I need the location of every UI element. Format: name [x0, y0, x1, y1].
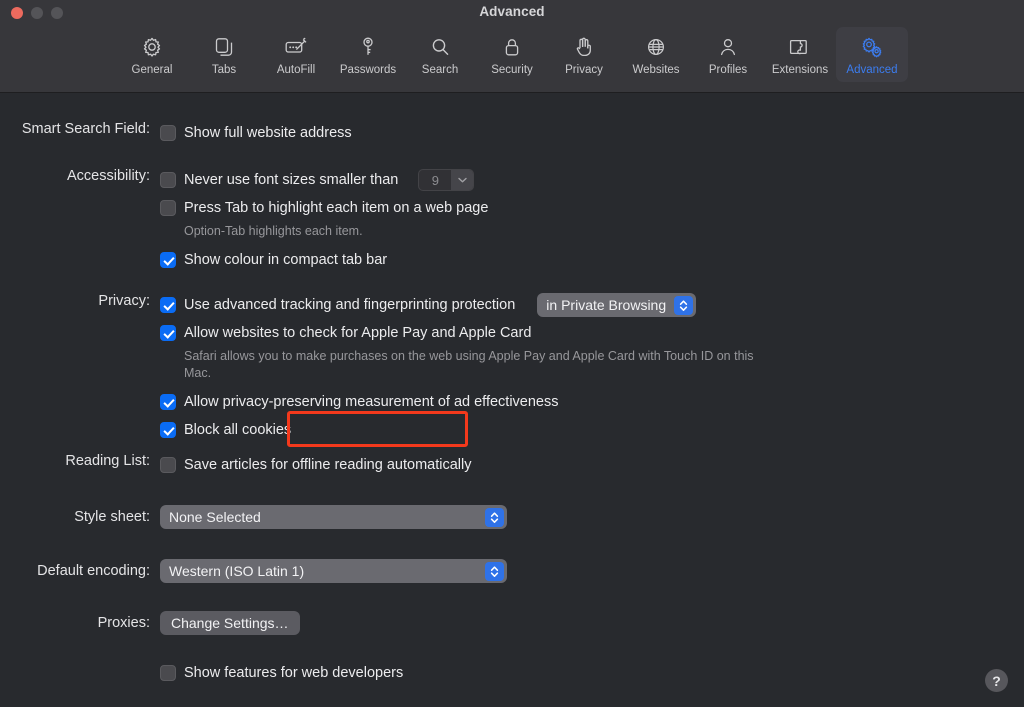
checkbox-never-use-font-sizes-smaller-than[interactable]: Never use font sizes smaller than 9: [160, 166, 488, 194]
chevron-up-down-icon[interactable]: [485, 507, 504, 527]
globe-icon: [644, 33, 668, 60]
magnifier-icon: [428, 33, 452, 60]
row-style-sheet: Style sheet: None Selected: [0, 505, 507, 529]
checkbox-box[interactable]: [160, 125, 176, 141]
puzzle-piece-icon: [787, 33, 813, 60]
toolbar-item-label: Passwords: [339, 64, 397, 76]
checkbox-box[interactable]: [160, 325, 176, 341]
window-title: Advanced: [479, 4, 545, 19]
chevron-up-down-icon[interactable]: [485, 561, 504, 581]
toolbar-item-label: Advanced: [846, 64, 898, 76]
toolbar-item-profiles[interactable]: Profiles: [692, 27, 764, 82]
checkbox-label: Use advanced tracking and fingerprinting…: [184, 297, 516, 313]
toolbar-item-label: Tabs: [211, 64, 237, 76]
autofill-pencil-icon: [283, 33, 309, 60]
toolbar-item-label: Websites: [632, 64, 680, 76]
checkbox-save-articles-offline[interactable]: Save articles for offline reading automa…: [160, 451, 471, 479]
key-icon: [356, 33, 380, 60]
row-proxies: Proxies: Change Settings…: [0, 611, 300, 635]
accessibility-label: Accessibility:: [67, 168, 150, 184]
checkbox-label: Show colour in compact tab bar: [184, 252, 388, 268]
checkbox-box[interactable]: [160, 172, 176, 188]
checkbox-show-full-website-address[interactable]: Show full website address: [160, 119, 352, 147]
chevron-down-icon[interactable]: [451, 170, 474, 190]
row-default-encoding: Default encoding: Western (ISO Latin 1): [0, 559, 507, 583]
font-size-combo[interactable]: 9: [418, 169, 475, 191]
advanced-settings-pane: Smart Search Field: Show full website ad…: [0, 93, 1024, 707]
toolbar-item-passwords[interactable]: Passwords: [332, 27, 404, 82]
settings-toolbar: General Tabs AutoFill Passwords Search S…: [0, 27, 1024, 82]
toolbar-item-extensions[interactable]: Extensions: [764, 27, 836, 82]
change-settings-button[interactable]: Change Settings…: [160, 611, 300, 635]
tracking-scope-popup[interactable]: in Private Browsing: [537, 293, 697, 317]
style-sheet-label: Style sheet:: [74, 509, 150, 525]
row-smart-search-field: Smart Search Field: Show full website ad…: [0, 119, 352, 147]
checkbox-press-tab-to-highlight[interactable]: Press Tab to highlight each item on a we…: [160, 194, 488, 222]
checkbox-label: Never use font sizes smaller than: [184, 172, 399, 188]
toolbar-item-autofill[interactable]: AutoFill: [260, 27, 332, 82]
row-accessibility: Accessibility: Never use font sizes smal…: [0, 166, 488, 274]
reading-list-label: Reading List:: [65, 453, 150, 469]
style-sheet-popup[interactable]: None Selected: [160, 505, 507, 529]
checkbox-block-all-cookies[interactable]: Block all cookies: [160, 416, 754, 444]
toolbar-item-websites[interactable]: Websites: [620, 27, 692, 82]
checkbox-label: Show features for web developers: [184, 665, 404, 681]
checkbox-advanced-tracking-protection[interactable]: Use advanced tracking and fingerprinting…: [160, 291, 754, 319]
toolbar-item-tabs[interactable]: Tabs: [188, 27, 260, 82]
default-encoding-value: Western (ISO Latin 1): [169, 563, 305, 579]
privacy-label: Privacy:: [98, 293, 150, 309]
style-sheet-value: None Selected: [169, 509, 261, 525]
gear-icon: [140, 33, 164, 60]
checkbox-box[interactable]: [160, 200, 176, 216]
checkbox-box[interactable]: [160, 297, 176, 313]
apple-pay-hint: Safari allows you to make purchases on t…: [184, 349, 754, 380]
proxies-label: Proxies:: [97, 615, 150, 631]
checkbox-box[interactable]: [160, 252, 176, 268]
tabs-icon: [212, 33, 236, 60]
checkbox-box[interactable]: [160, 394, 176, 410]
checkbox-label: Save articles for offline reading automa…: [184, 457, 472, 473]
toolbar-item-label: General: [131, 64, 173, 76]
help-button[interactable]: ?: [985, 669, 1008, 692]
checkbox-label: Block all cookies: [184, 422, 292, 438]
font-size-value: 9: [431, 172, 439, 188]
checkbox-apple-pay-apple-card[interactable]: Allow websites to check for Apple Pay an…: [160, 319, 754, 347]
toolbar-item-label: Security: [491, 64, 533, 76]
toolbar-item-search[interactable]: Search: [404, 27, 476, 82]
row-reading-list: Reading List: Save articles for offline …: [0, 451, 471, 479]
toolbar-item-label: Profiles: [708, 64, 748, 76]
checkbox-label: Show full website address: [184, 125, 352, 141]
lock-icon: [500, 33, 524, 60]
toolbar-item-general[interactable]: General: [116, 27, 188, 82]
row-privacy: Privacy: Use advanced tracking and finge…: [0, 291, 754, 444]
checkbox-box[interactable]: [160, 422, 176, 438]
window-titlebar: Advanced General Tabs AutoFill Passwords…: [0, 0, 1024, 93]
toolbar-item-security[interactable]: Security: [476, 27, 548, 82]
checkbox-show-colour-in-compact-tab-bar[interactable]: Show colour in compact tab bar: [160, 246, 488, 274]
chevron-up-down-icon[interactable]: [674, 295, 694, 315]
toolbar-item-label: Search: [421, 64, 459, 76]
toolbar-item-label: Privacy: [565, 64, 603, 76]
toolbar-item-privacy[interactable]: Privacy: [548, 27, 620, 82]
toolbar-item-label: Extensions: [771, 64, 829, 76]
checkbox-box[interactable]: [160, 457, 176, 473]
toolbar-item-label: AutoFill: [276, 64, 316, 76]
tracking-scope-value: in Private Browsing: [546, 297, 667, 313]
toolbar-item-advanced[interactable]: Advanced: [836, 27, 908, 82]
hand-icon: [572, 33, 596, 60]
default-encoding-label: Default encoding:: [37, 563, 150, 579]
checkbox-ad-effectiveness-measurement[interactable]: Allow privacy-preserving measurement of …: [160, 388, 754, 416]
double-gear-icon: [859, 33, 885, 60]
checkbox-box[interactable]: [160, 665, 176, 681]
checkbox-label: Allow websites to check for Apple Pay an…: [184, 325, 532, 341]
checkbox-label: Allow privacy-preserving measurement of …: [184, 394, 559, 410]
default-encoding-popup[interactable]: Western (ISO Latin 1): [160, 559, 507, 583]
checkbox-show-features-for-web-developers[interactable]: Show features for web developers: [160, 659, 403, 687]
smart-search-field-label: Smart Search Field:: [21, 121, 150, 137]
press-tab-hint: Option-Tab highlights each item.: [184, 224, 363, 238]
row-web-developers: Show features for web developers: [0, 659, 403, 687]
person-icon: [716, 33, 740, 60]
checkbox-label: Press Tab to highlight each item on a we…: [184, 200, 489, 216]
